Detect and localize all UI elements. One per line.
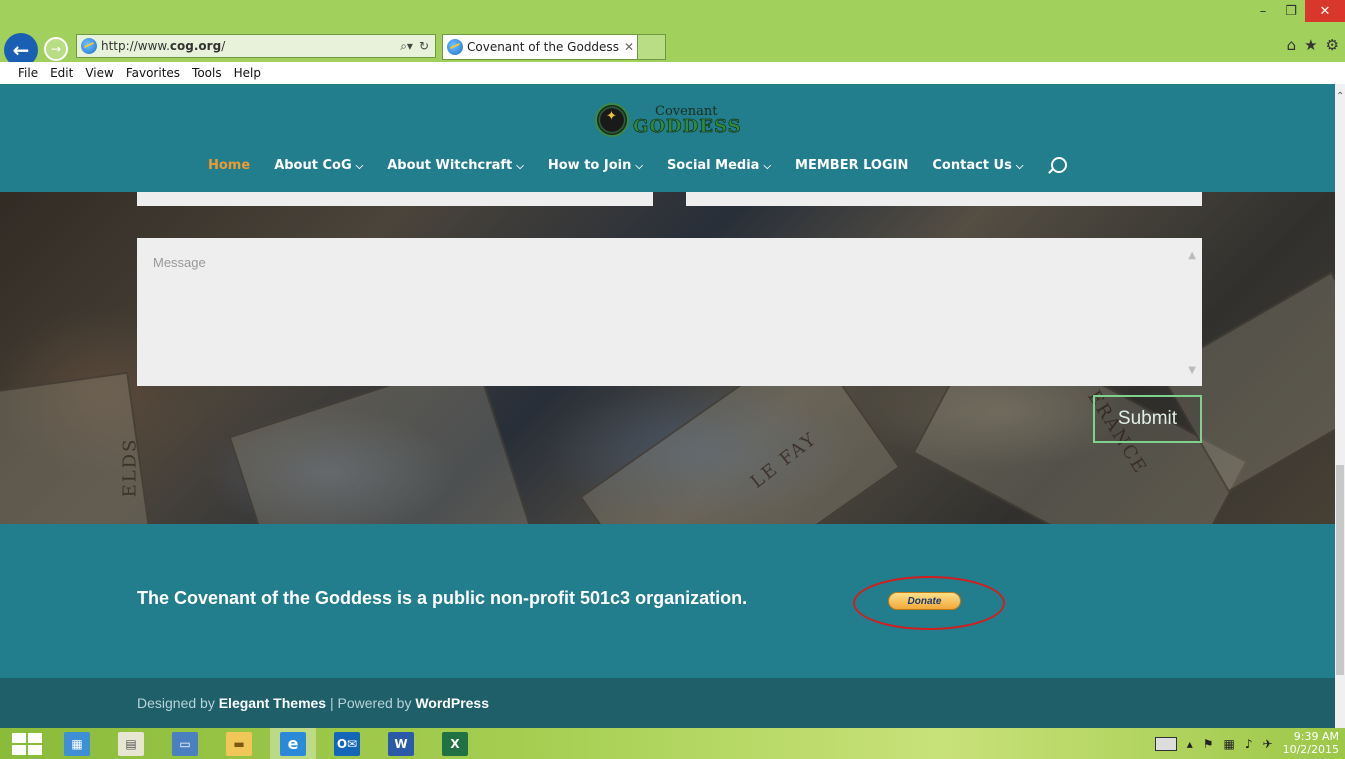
outlook-icon: O✉	[334, 731, 360, 756]
tab-title: Covenant of the Goddess | ...	[467, 40, 621, 54]
action-center-flag-icon[interactable]: ⚑	[1203, 737, 1214, 751]
site-header: Covenant GODDESS Home About CoG⌵ About W…	[0, 84, 1335, 192]
airplane-mode-icon[interactable]: ✈	[1263, 737, 1273, 751]
email-field[interactable]	[686, 192, 1202, 206]
show-hidden-icons-icon[interactable]: ▴	[1187, 737, 1193, 751]
gear-icon[interactable]: ⚙	[1326, 36, 1339, 54]
close-window-button[interactable]: ✕	[1305, 0, 1345, 22]
site-logo[interactable]: Covenant GODDESS	[595, 100, 755, 140]
notepad-icon: ▤	[118, 731, 144, 756]
ie-page-icon	[81, 38, 97, 54]
menu-bar: File Edit View Favorites Tools Help	[0, 62, 1345, 84]
nonprofit-statement: The Covenant of the Goddess is a public …	[137, 588, 748, 608]
nav-about-witchcraft[interactable]: About Witchcraft ⌵	[387, 158, 524, 173]
volume-icon[interactable]: ♪	[1245, 737, 1253, 751]
new-tab-button[interactable]	[638, 34, 666, 60]
message-placeholder: Message	[153, 255, 206, 270]
main-nav: Home About CoG ⌵ About Witchcraft ⌵ How to…	[208, 154, 1068, 176]
contact-section: ELDS LE FAY ERANCE Message ▲ ▼ Submit	[0, 192, 1335, 524]
chevron-down-icon: ⌵	[635, 160, 643, 172]
system-tray: ▴ ⚑ ▦ ♪ ✈ 9:39 AM 10/2/2015	[1154, 728, 1339, 759]
folder-icon: ▬	[226, 731, 252, 756]
clock-time: 9:39 AM	[1293, 729, 1339, 743]
menu-tools[interactable]: Tools	[192, 66, 222, 80]
chevron-down-icon: ⌵	[1015, 160, 1024, 172]
taskbar-file-explorer[interactable]: ▬	[216, 728, 262, 759]
taskbar-computer[interactable]: ▭	[162, 728, 208, 759]
taskbar-notepad[interactable]: ▤	[108, 728, 154, 759]
chevron-down-icon: ⌵	[763, 160, 772, 172]
name-field[interactable]	[137, 192, 653, 206]
menu-help[interactable]: Help	[234, 66, 261, 80]
menu-favorites[interactable]: Favorites	[126, 66, 180, 80]
donate-button[interactable]: Donate	[888, 592, 961, 610]
minimize-button[interactable]: –	[1249, 0, 1277, 22]
nav-home[interactable]: Home	[208, 158, 250, 173]
nav-contact-us[interactable]: Contact Us ⌵	[932, 158, 1023, 173]
pentacle-emblem-icon	[595, 103, 629, 137]
browser-toolbar: ⌂ ★ ⚙	[1287, 36, 1339, 54]
taskbar-clock[interactable]: 9:39 AM 10/2/2015	[1282, 729, 1339, 756]
window-controls: – ❐ ✕	[1249, 0, 1345, 26]
arrow-right-icon: →	[50, 42, 62, 56]
forward-button[interactable]: →	[44, 37, 68, 61]
windows-taskbar: ▦ ▤ ▭ ▬ e O✉ W X ▴ ⚑ ▦ ♪ ✈ 9:39 AM 10/2/…	[0, 728, 1345, 759]
home-icon[interactable]: ⌂	[1287, 36, 1297, 54]
favorites-star-icon[interactable]: ★	[1304, 36, 1317, 54]
taskbar-control-panel[interactable]: ▦	[54, 728, 100, 759]
search-icon[interactable]	[1051, 157, 1068, 173]
restore-button[interactable]: ❐	[1277, 0, 1305, 22]
chevron-down-icon[interactable]: ▼	[1188, 365, 1196, 376]
refresh-icon[interactable]: ↻	[419, 39, 429, 54]
network-icon[interactable]: ▦	[1224, 737, 1235, 751]
computer-icon: ▭	[172, 731, 198, 756]
footer-main: The Covenant of the Goddess is a public …	[0, 524, 1335, 678]
arrow-left-icon: ←	[12, 38, 30, 62]
word-icon: W	[388, 731, 414, 756]
internet-explorer-icon: e	[280, 731, 306, 756]
clock-date: 10/2/2015	[1282, 742, 1339, 756]
wordpress-link[interactable]: WordPress	[415, 695, 489, 711]
scroll-up-arrow-icon[interactable]: ⌃	[1336, 90, 1344, 104]
tab-covenant[interactable]: Covenant of the Goddess | ... ✕	[442, 34, 638, 60]
start-button[interactable]	[0, 728, 46, 759]
tab-favicon-icon	[447, 39, 463, 55]
footer-credits: Designed by Elegant Themes | Powered by …	[137, 695, 490, 711]
address-url[interactable]: http://www.cog.org/	[101, 39, 400, 53]
taskbar-internet-explorer[interactable]: e	[270, 728, 316, 759]
windows-logo-icon	[12, 732, 42, 755]
menu-edit[interactable]: Edit	[50, 66, 73, 80]
chevron-down-icon: ⌵	[516, 160, 524, 172]
tab-close-icon[interactable]: ✕	[621, 40, 637, 54]
highlight-circle: Donate	[853, 576, 1005, 630]
keyboard-icon[interactable]	[1154, 736, 1177, 751]
menu-file[interactable]: File	[18, 66, 38, 80]
chevron-down-icon: ⌵	[355, 160, 364, 172]
nav-social-media[interactable]: Social Media ⌵	[667, 158, 771, 173]
taskbar-excel[interactable]: X	[432, 728, 478, 759]
browser-chrome: ← → http://www.cog.org/ ⌕▾ ↻ Covenant of…	[0, 0, 1345, 84]
taskbar-word[interactable]: W	[378, 728, 424, 759]
message-textarea[interactable]: Message ▲ ▼	[137, 238, 1202, 386]
elegant-themes-link[interactable]: Elegant Themes	[219, 695, 326, 711]
excel-icon: X	[442, 731, 468, 756]
page-scrollbar-thumb[interactable]	[1336, 465, 1344, 675]
nav-about-cog[interactable]: About CoG ⌵	[274, 158, 363, 173]
nav-how-to-join[interactable]: How to Join ⌵	[548, 158, 643, 173]
nav-member-login[interactable]: MEMBER LOGIN	[795, 158, 908, 173]
page-viewport: Covenant GODDESS Home About CoG⌵ About W…	[0, 84, 1335, 728]
search-dropdown-icon[interactable]: ⌕▾	[400, 39, 413, 54]
menu-view[interactable]: View	[85, 66, 113, 80]
footer-credits-bar: Designed by Elegant Themes | Powered by …	[0, 678, 1335, 728]
submit-button[interactable]: Submit	[1093, 395, 1202, 443]
control-panel-icon: ▦	[64, 731, 90, 756]
chevron-up-icon[interactable]: ▲	[1188, 250, 1196, 261]
taskbar-outlook[interactable]: O✉	[324, 728, 370, 759]
address-bar[interactable]: http://www.cog.org/ ⌕▾ ↻	[76, 34, 436, 58]
logo-text-bottom: GODDESS	[633, 115, 742, 137]
